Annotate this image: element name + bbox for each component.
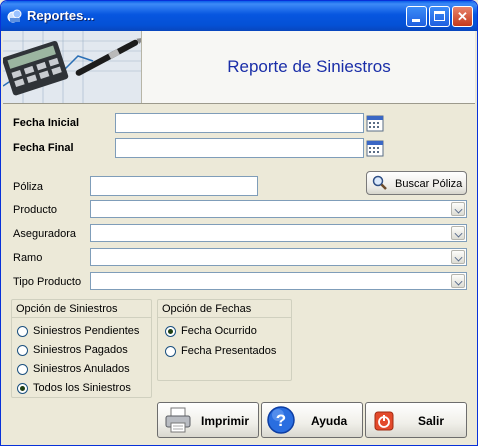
search-icon (372, 175, 387, 190)
exit-button[interactable]: Salir (365, 402, 467, 438)
buscar-poliza-label: Buscar Póliza (395, 178, 463, 190)
end-date-input[interactable] (115, 138, 364, 158)
calendar-icon[interactable] (365, 113, 385, 133)
reports-window: Reportes... ✕ Reporte de Siniestros Fech… (0, 0, 478, 446)
power-icon (374, 411, 394, 431)
radio-label: Fecha Presentados (181, 345, 277, 357)
radio-fecha-presentados[interactable] (165, 346, 176, 357)
reports-icon (7, 9, 22, 23)
radio-siniestros-pagados[interactable] (17, 345, 28, 356)
producto-select[interactable] (90, 200, 467, 218)
exit-label: Salir (418, 414, 445, 428)
ramo-label: Ramo (13, 252, 43, 264)
finance-illustration (3, 31, 141, 103)
fechas-group-title: Opción de Fechas (162, 303, 252, 315)
chevron-down-icon[interactable] (451, 274, 465, 288)
start-date-label: Fecha Inicial (13, 117, 80, 129)
end-date-label: Fecha Final (13, 142, 74, 154)
report-title: Reporte de Siniestros (227, 57, 391, 76)
chevron-down-icon[interactable] (451, 226, 465, 240)
aseguradora-select[interactable] (90, 224, 467, 242)
radio-label: Siniestros Pagados (33, 344, 128, 356)
chevron-down-icon[interactable] (451, 250, 465, 264)
title-bar[interactable]: Reportes... ✕ (1, 1, 477, 31)
radio-siniestros-anulados[interactable] (17, 364, 28, 375)
minimize-icon (412, 19, 420, 22)
ramo-select[interactable] (90, 248, 467, 266)
radio-label: Fecha Ocurrido (181, 325, 257, 337)
siniestros-group-title: Opción de Siniestros (16, 303, 118, 315)
fechas-group: Opción de Fechas Fecha Ocurrido Fecha Pr… (157, 299, 292, 381)
radio-label: Todos los Siniestros (33, 382, 131, 394)
radio-siniestros-pendientes[interactable] (17, 326, 28, 337)
tipo-producto-select[interactable] (90, 272, 467, 290)
maximize-icon (434, 11, 445, 21)
radio-todos-siniestros[interactable] (17, 383, 28, 394)
radio-fecha-ocurrido[interactable] (165, 326, 176, 337)
radio-label: Siniestros Pendientes (33, 325, 140, 337)
group-divider (12, 317, 151, 318)
help-label: Ayuda (311, 414, 348, 428)
poliza-label: Póliza (13, 181, 43, 193)
tipo-producto-label: Tipo Producto (13, 276, 82, 288)
producto-label: Producto (13, 204, 58, 216)
print-button[interactable]: Imprimir (157, 402, 259, 438)
group-divider (158, 317, 291, 318)
buscar-poliza-button[interactable]: Buscar Póliza (366, 171, 467, 195)
finance-photo (3, 31, 142, 103)
chevron-down-icon[interactable] (451, 202, 465, 216)
printer-icon (165, 407, 191, 433)
window-title: Reportes... (27, 8, 95, 23)
calendar-icon[interactable] (365, 138, 385, 158)
aseguradora-label: Aseguradora (13, 228, 76, 240)
svg-text:?: ? (276, 411, 286, 430)
help-button[interactable]: ? Ayuda (261, 402, 363, 438)
print-label: Imprimir (201, 414, 250, 428)
poliza-input[interactable] (90, 176, 258, 196)
start-date-input[interactable] (115, 113, 364, 133)
siniestros-group: Opción de Siniestros Siniestros Pendient… (11, 299, 152, 398)
minimize-button[interactable] (406, 6, 427, 27)
close-button[interactable]: ✕ (452, 6, 473, 27)
help-icon: ? (267, 406, 295, 434)
maximize-button[interactable] (429, 6, 450, 27)
close-icon: ✕ (457, 9, 468, 24)
radio-label: Siniestros Anulados (33, 363, 130, 375)
header-banner: Reporte de Siniestros (3, 31, 475, 104)
